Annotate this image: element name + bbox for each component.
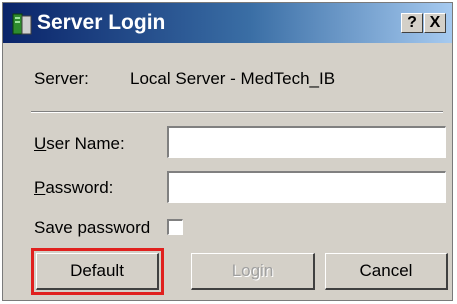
default-button[interactable]: Default	[31, 248, 164, 295]
username-input[interactable]	[167, 126, 446, 158]
server-icon	[12, 13, 32, 35]
default-button-label: Default	[70, 261, 124, 280]
server-label: Server:	[34, 69, 89, 88]
help-button[interactable]: ?	[401, 13, 423, 33]
help-icon: ?	[407, 14, 417, 31]
username-label: User Name:	[34, 134, 125, 153]
login-button[interactable]: Login	[191, 253, 315, 290]
password-label: Password:	[34, 178, 114, 197]
password-input[interactable]	[167, 171, 446, 203]
separator	[31, 111, 443, 113]
server-value: Local Server - MedTech_IB	[130, 69, 336, 88]
title-bar[interactable]: Server Login ? X	[3, 3, 452, 43]
server-login-dialog: Server Login ? X Server: Local Server - …	[2, 2, 453, 301]
close-icon: X	[429, 14, 441, 31]
cancel-button[interactable]: Cancel	[325, 253, 448, 290]
login-button-label: Login	[231, 261, 274, 280]
window-title: Server Login	[37, 11, 166, 34]
save-password-label: Save password	[34, 218, 151, 237]
save-password-checkbox[interactable]	[167, 219, 183, 235]
close-button[interactable]: X	[424, 13, 446, 33]
cancel-button-label: Cancel	[359, 261, 413, 280]
